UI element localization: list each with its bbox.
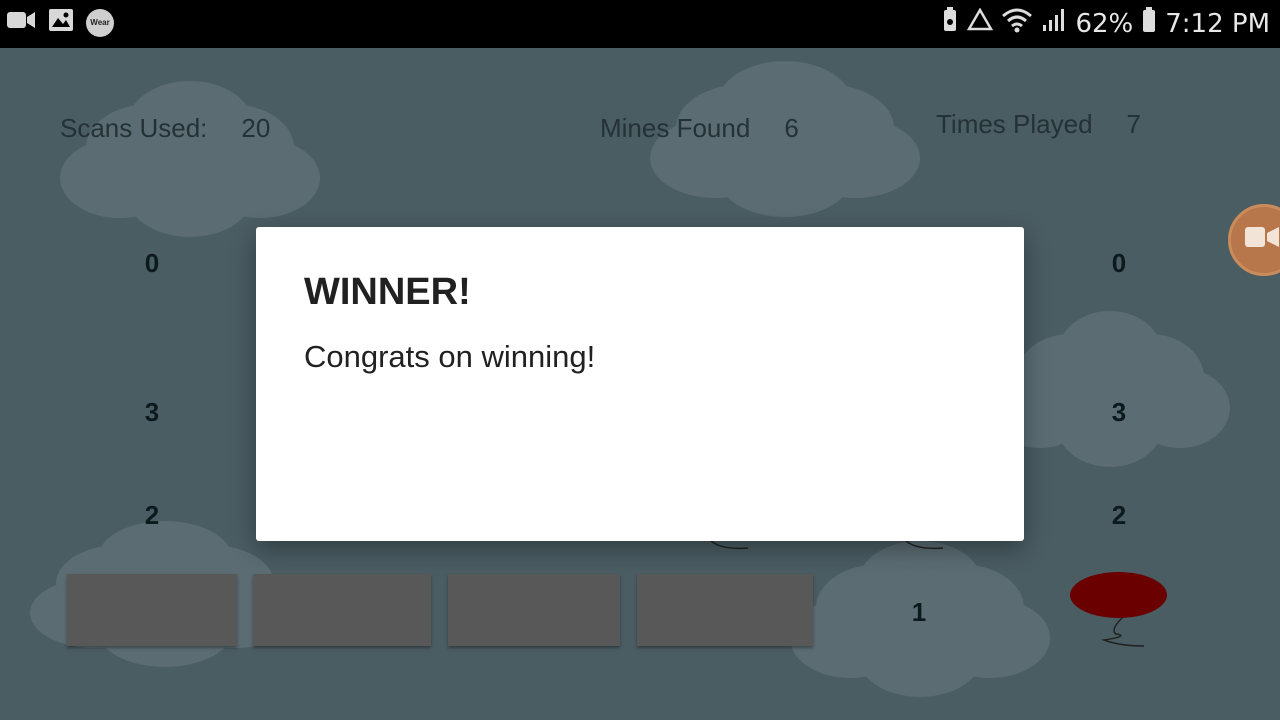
dialog-message: Congrats on winning! xyxy=(304,339,596,374)
notification-icons: Wear xyxy=(6,8,114,37)
wifi-icon xyxy=(1001,7,1033,40)
battery-saver-icon xyxy=(941,7,959,40)
system-status: 62% 7:12 PM xyxy=(941,7,1270,40)
image-icon xyxy=(48,8,74,37)
wear-icon: Wear xyxy=(86,8,114,37)
battery-icon xyxy=(1141,7,1157,40)
dialog-title: WINNER! xyxy=(304,271,471,313)
winner-dialog: WINNER! Congrats on winning! xyxy=(256,227,1024,541)
status-bar: Wear 62% 7:12 PM xyxy=(0,0,1280,48)
clock: 7:12 PM xyxy=(1165,8,1270,39)
signal-icon xyxy=(1041,7,1067,40)
battery-percent: 62% xyxy=(1075,8,1134,39)
video-icon xyxy=(6,9,36,36)
recycle-icon xyxy=(967,7,994,39)
